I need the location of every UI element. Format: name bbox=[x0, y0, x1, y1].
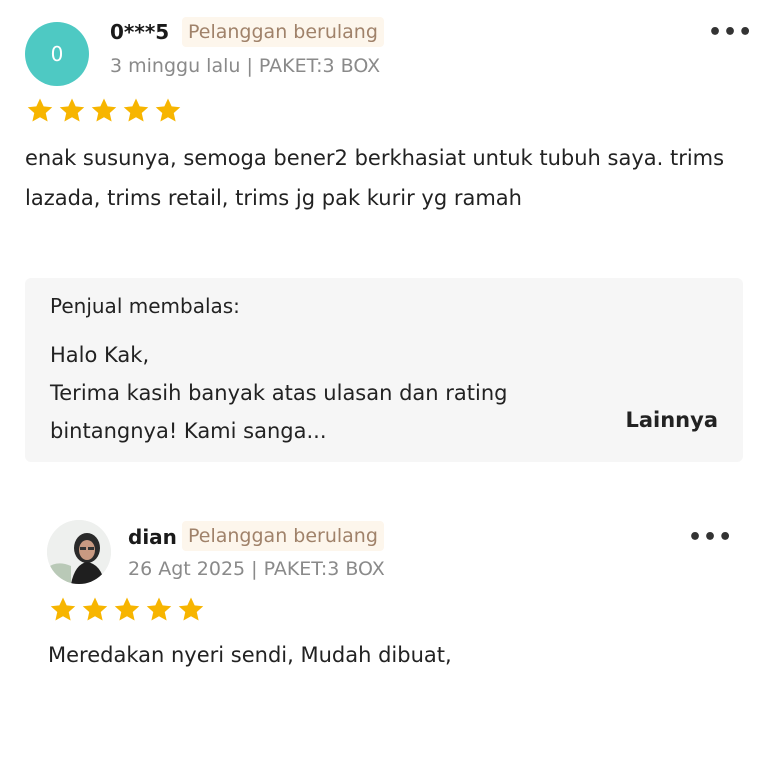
reply-line: Halo Kak, bbox=[50, 343, 150, 367]
avatar[interactable]: 0 bbox=[25, 22, 89, 86]
star-icon bbox=[123, 98, 149, 122]
star-icon bbox=[146, 597, 172, 621]
review-text: Meredakan nyeri sendi, Mudah dibuat, bbox=[48, 643, 452, 667]
reply-line: Terima kasih banyak atas ulasan dan rati… bbox=[50, 381, 508, 443]
star-icon bbox=[155, 98, 181, 122]
star-icon bbox=[59, 98, 85, 122]
avatar[interactable] bbox=[47, 520, 111, 584]
star-icon bbox=[178, 597, 204, 621]
avatar-initial: 0 bbox=[50, 42, 64, 66]
read-more-link[interactable]: Lainnya bbox=[625, 408, 718, 432]
star-icon bbox=[82, 597, 108, 621]
reply-text: Halo Kak, Terima kasih banyak atas ulasa… bbox=[50, 336, 610, 450]
star-icon bbox=[91, 98, 117, 122]
ellipsis-icon[interactable]: ••• bbox=[708, 20, 753, 45]
reviewer-name: 0***5 bbox=[110, 20, 170, 44]
review-text: enak susunya, semoga bener2 berkhasiat u… bbox=[25, 146, 725, 210]
star-icon bbox=[50, 597, 76, 621]
repeat-customer-badge: Pelanggan berulang bbox=[182, 17, 384, 47]
star-icon bbox=[27, 98, 53, 122]
star-icon bbox=[114, 597, 140, 621]
review-meta: 3 minggu lalu | PAKET:3 BOX bbox=[110, 55, 381, 77]
star-rating bbox=[48, 595, 206, 625]
avatar-photo-icon bbox=[47, 520, 111, 584]
reviewer-name: dian bbox=[128, 525, 177, 549]
reply-title: Penjual membalas: bbox=[50, 294, 240, 318]
ellipsis-icon[interactable]: ••• bbox=[688, 525, 733, 550]
star-rating bbox=[25, 96, 183, 126]
review-meta: 26 Agt 2025 | PAKET:3 BOX bbox=[128, 558, 385, 580]
seller-reply: Penjual membalas: Halo Kak, Terima kasih… bbox=[25, 278, 743, 462]
repeat-customer-badge: Pelanggan berulang bbox=[182, 521, 384, 551]
